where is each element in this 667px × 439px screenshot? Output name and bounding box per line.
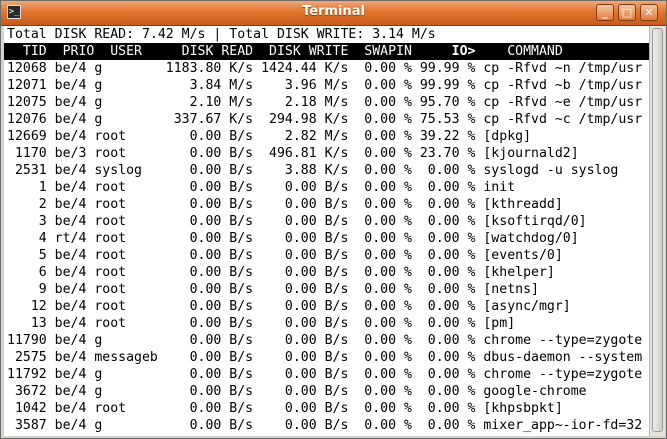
process-row: 12 be/4 root 0.00 B/s 0.00 B/s 0.00 % 0.… bbox=[7, 299, 571, 314]
command-column-header: COMMAND bbox=[475, 44, 563, 59]
io-sort-column-header: IO> bbox=[451, 44, 476, 59]
terminal-window: >_ Terminal _ □ ✕ Total DISK READ: 7.42 … bbox=[0, 0, 667, 439]
process-row: 1042 be/4 root 0.00 B/s 0.00 B/s 0.00 % … bbox=[7, 401, 563, 416]
maximize-icon: □ bbox=[621, 6, 633, 19]
process-row: 6 be/4 root 0.00 B/s 0.00 B/s 0.00 % 0.0… bbox=[7, 265, 555, 280]
process-row: 5 be/4 root 0.00 B/s 0.00 B/s 0.00 % 0.0… bbox=[7, 248, 563, 263]
process-row: 12076 be/4 g 337.67 K/s 294.98 K/s 0.00 … bbox=[7, 112, 643, 127]
close-button[interactable]: ✕ bbox=[640, 4, 658, 21]
terminal-output[interactable]: Total DISK READ: 7.42 M/s | Total DISK W… bbox=[4, 26, 649, 436]
process-row: 12068 be/4 g 1183.80 K/s 1424.44 K/s 0.0… bbox=[7, 61, 643, 76]
process-list: 12068 be/4 g 1183.80 K/s 1424.44 K/s 0.0… bbox=[4, 60, 649, 434]
process-row: 9 be/4 root 0.00 B/s 0.00 B/s 0.00 % 0.0… bbox=[7, 282, 539, 297]
process-row: 1 be/4 root 0.00 B/s 0.00 B/s 0.00 % 0.0… bbox=[7, 180, 516, 195]
disk-io-summary: Total DISK READ: 7.42 M/s | Total DISK W… bbox=[7, 27, 436, 42]
column-headers: TID PRIO USER DISK READ DISK WRITE SWAPI… bbox=[7, 44, 452, 59]
process-row: 12669 be/4 root 0.00 B/s 2.82 M/s 0.00 %… bbox=[7, 129, 532, 144]
process-row: 11792 be/4 g 0.00 B/s 0.00 B/s 0.00 % 0.… bbox=[7, 367, 643, 382]
process-row: 2531 be/4 syslog 0.00 B/s 3.88 K/s 0.00 … bbox=[7, 163, 619, 178]
process-row: 12075 be/4 g 2.10 M/s 2.18 M/s 0.00 % 95… bbox=[7, 95, 643, 110]
process-row: 3587 be/4 g 0.00 B/s 0.00 B/s 0.00 % 0.0… bbox=[7, 418, 643, 433]
maximize-button[interactable]: □ bbox=[618, 4, 636, 21]
process-row: 2575 be/4 messageb 0.00 B/s 0.00 B/s 0.0… bbox=[7, 350, 643, 365]
process-row: 4 rt/4 root 0.00 B/s 0.00 B/s 0.00 % 0.0… bbox=[7, 231, 579, 246]
process-row: 2 be/4 root 0.00 B/s 0.00 B/s 0.00 % 0.0… bbox=[7, 197, 563, 212]
process-row: 1170 be/3 root 0.00 B/s 496.81 K/s 0.00 … bbox=[7, 146, 579, 161]
process-row: 11790 be/4 g 0.00 B/s 0.00 B/s 0.00 % 0.… bbox=[7, 333, 643, 348]
process-row: 3672 be/4 g 0.00 B/s 0.00 B/s 0.00 % 0.0… bbox=[7, 384, 587, 399]
process-row: 12071 be/4 g 3.84 M/s 3.96 M/s 0.00 % 99… bbox=[7, 78, 643, 93]
close-icon: ✕ bbox=[644, 6, 654, 19]
scrollbar-thumb[interactable] bbox=[652, 28, 663, 432]
process-row: 13 be/4 root 0.00 B/s 0.00 B/s 0.00 % 0.… bbox=[7, 316, 516, 331]
column-header-row: TID PRIO USER DISK READ DISK WRITE SWAPI… bbox=[4, 43, 649, 60]
minimize-icon: _ bbox=[602, 6, 608, 19]
title-bar[interactable]: >_ Terminal _ □ ✕ bbox=[1, 1, 666, 26]
terminal-scrollbar[interactable] bbox=[649, 26, 665, 436]
minimize-button[interactable]: _ bbox=[596, 4, 614, 21]
process-row: 3 be/4 root 0.00 B/s 0.00 B/s 0.00 % 0.0… bbox=[7, 214, 587, 229]
window-title: Terminal bbox=[302, 4, 365, 19]
